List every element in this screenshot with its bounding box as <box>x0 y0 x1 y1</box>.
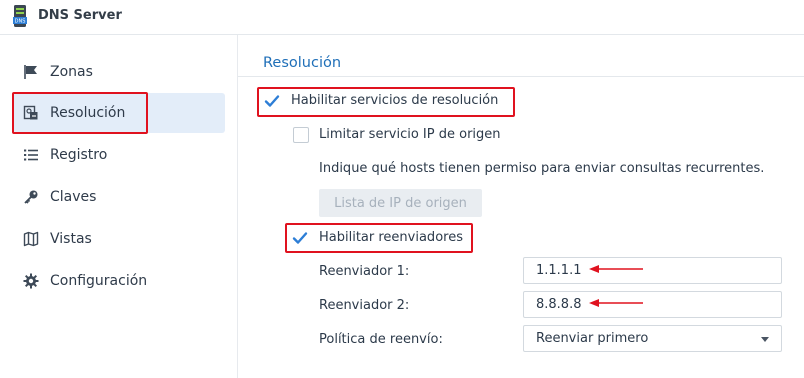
highlight-box-resolucion <box>12 92 148 134</box>
sidebar-item-label: Zonas <box>50 64 93 80</box>
app-title: DNS Server <box>38 8 122 23</box>
forward-policy-label: Política de reenvío: <box>319 332 443 347</box>
source-ip-hint: Indique qué hosts tienen permiso para en… <box>319 161 765 176</box>
list-icon <box>22 146 40 164</box>
forwarder2-input[interactable]: 8.8.8.8 <box>523 291 782 318</box>
sidebar-item-claves[interactable]: Claves <box>12 177 225 217</box>
gear-icon <box>22 272 40 290</box>
forwarder1-label: Reenviador 1: <box>319 264 410 279</box>
red-arrow-icon <box>589 265 643 273</box>
section-divider <box>238 76 804 77</box>
sidebar-item-configuracion[interactable]: Configuración <box>12 261 225 301</box>
flag-icon <box>22 63 40 81</box>
forward-policy-select[interactable]: Reenviar primero <box>523 325 782 352</box>
map-icon <box>22 230 40 248</box>
forwarder1-input[interactable]: 1.1.1.1 <box>523 257 782 284</box>
sidebar-item-label: Configuración <box>50 273 148 289</box>
forwarder1-value: 1.1.1.1 <box>536 263 582 278</box>
sidebar-item-label: Claves <box>50 189 97 205</box>
highlight-box-enable-forwarders <box>285 223 473 253</box>
sidebar-item-vistas[interactable]: Vistas <box>12 219 225 259</box>
app-icon-text: DNS <box>15 19 26 25</box>
sidebar-item-registro[interactable]: Registro <box>12 135 225 175</box>
highlight-box-enable-resolution <box>257 87 515 117</box>
forwarder2-label: Reenviador 2: <box>319 298 410 313</box>
sidebar-item-zonas[interactable]: Zonas <box>12 52 225 92</box>
sidebar-item-label: Registro <box>50 147 108 163</box>
title-bar: DNS DNS Server <box>0 0 804 35</box>
limit-source-ip-label[interactable]: Limitar servicio IP de origen <box>319 127 501 142</box>
sidebar: Zonas Resolución Registro Claves Vistas … <box>0 35 238 378</box>
main-panel: Resolución Habilitar servicios de resolu… <box>238 35 804 378</box>
chevron-down-icon <box>761 337 769 342</box>
source-ip-list-button[interactable]: Lista de IP de origen <box>319 189 482 217</box>
forward-policy-value: Reenviar primero <box>536 331 649 346</box>
key-icon <box>22 188 40 206</box>
red-arrow-icon <box>589 299 643 307</box>
section-title: Resolución <box>263 55 342 71</box>
forwarder2-value: 8.8.8.8 <box>536 297 582 312</box>
limit-source-ip-checkbox[interactable] <box>293 127 309 143</box>
dns-server-app-icon: DNS <box>13 5 27 27</box>
sidebar-item-label: Vistas <box>50 231 92 247</box>
